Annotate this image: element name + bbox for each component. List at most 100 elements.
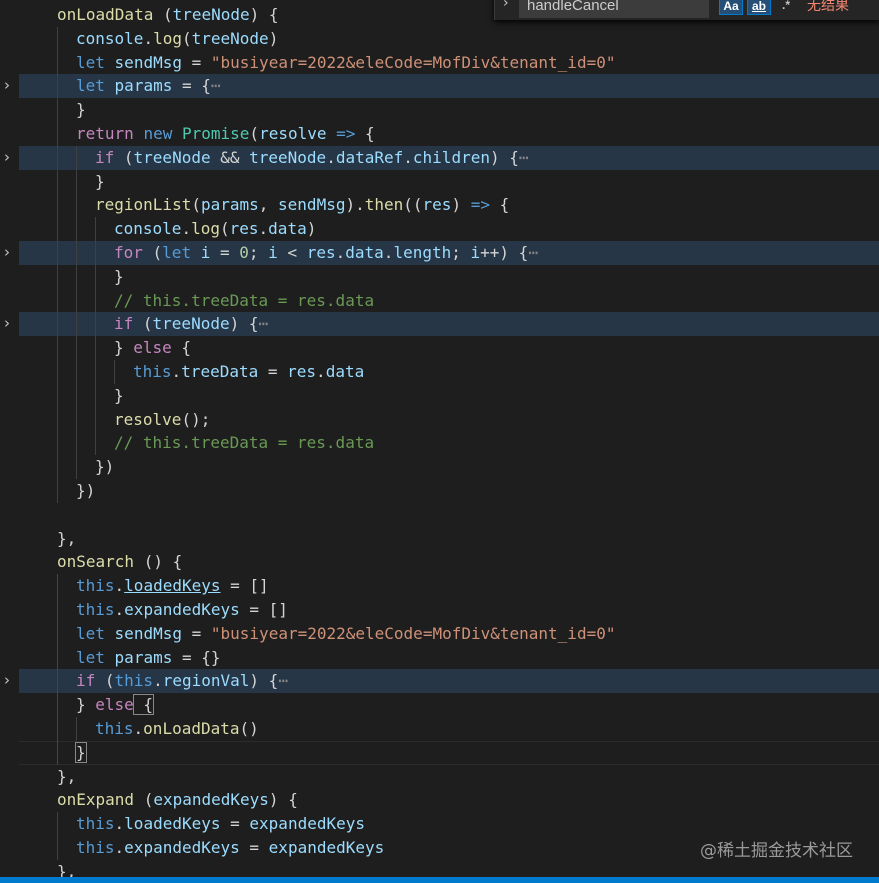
- code-line[interactable]: let sendMsg = "busiyear=2022&eleCode=Mof…: [0, 621, 879, 646]
- indent-guide: [57, 336, 58, 360]
- indent-guide: [57, 383, 58, 408]
- code-line[interactable]: [0, 503, 879, 527]
- toggle-replace-chevron-icon[interactable]: ›: [503, 0, 509, 11]
- code-line[interactable]: let sendMsg = "busiyear=2022&eleCode=Mof…: [0, 50, 879, 75]
- fold-chevron-right-icon[interactable]: ›: [0, 241, 14, 265]
- code-text: },: [57, 765, 76, 789]
- code-text: onSearch () {: [57, 550, 182, 574]
- code-text: }: [76, 98, 86, 122]
- match-whole-word-toggle[interactable]: ab: [747, 0, 771, 15]
- match-case-toggle[interactable]: Aa: [719, 0, 743, 15]
- indent-guide: [57, 98, 58, 122]
- code-line[interactable]: regionList(params, sendMsg).then((res) =…: [0, 193, 879, 218]
- fold-chevron-right-icon[interactable]: ›: [0, 312, 14, 336]
- code-line[interactable]: // this.treeData = res.data: [0, 431, 879, 456]
- code-token: ): [451, 195, 471, 215]
- code-token: expandedKeys: [268, 838, 385, 857]
- find-result-count: 无结果: [807, 0, 849, 14]
- code-token: treeNode: [133, 147, 211, 167]
- fold-ellipsis[interactable]: ⋯: [278, 671, 288, 690]
- code-token: {: [355, 124, 375, 143]
- code-line[interactable]: this.loadedKeys = expandedKeys: [0, 812, 879, 836]
- code-token: then: [364, 195, 404, 215]
- code-token: data: [325, 362, 365, 381]
- code-line[interactable]: › for (let i = 0; i < res.data.length; i+…: [0, 241, 879, 265]
- code-line[interactable]: › if (treeNode && treeNode.dataRef.childr…: [0, 145, 879, 170]
- code-token: if: [76, 671, 96, 691]
- code-token: let: [76, 76, 105, 96]
- code-line[interactable]: › let params = {⋯: [0, 74, 879, 99]
- code-text: }: [114, 265, 124, 289]
- code-line[interactable]: }: [0, 740, 879, 765]
- code-token: .: [143, 28, 154, 48]
- code-token: .: [114, 576, 125, 596]
- fold-ellipsis[interactable]: ⋯: [259, 314, 269, 333]
- code-line[interactable]: // this.treeData = res.data: [0, 288, 879, 313]
- indent-guide: [76, 169, 77, 194]
- code-line[interactable]: this.expandedKeys = []: [0, 598, 879, 622]
- code-token: let: [162, 243, 192, 262]
- fold-chevron-right-icon[interactable]: ›: [0, 74, 14, 98]
- code-text: }: [75, 741, 87, 765]
- code-line[interactable]: },: [0, 527, 879, 551]
- find-input[interactable]: handleCancel: [519, 0, 709, 18]
- code-line[interactable]: }): [0, 479, 879, 503]
- code-token: // this.treeData = res.data: [114, 433, 375, 453]
- code-line[interactable]: }: [0, 169, 879, 194]
- code-text: // this.treeData = res.data: [114, 431, 374, 455]
- fold-ellipsis[interactable]: ⋯: [528, 243, 538, 262]
- code-token: resolve: [259, 124, 327, 143]
- code-line[interactable]: this.onLoadData(): [0, 717, 879, 741]
- code-line[interactable]: this.treeData = res.data: [0, 360, 879, 384]
- indent-guide: [76, 288, 77, 313]
- code-text: let params = {⋯: [76, 74, 221, 98]
- code-token: else: [133, 338, 172, 358]
- indent-guide: [76, 193, 77, 218]
- fold-ellipsis[interactable]: ⋯: [519, 148, 529, 167]
- code-token: log: [153, 28, 182, 48]
- code-token: params: [114, 76, 173, 96]
- fold-chevron-right-icon[interactable]: ›: [0, 669, 14, 693]
- code-line[interactable]: › if (treeNode) {⋯: [0, 312, 879, 337]
- indent-guide: [95, 360, 96, 384]
- code-text: let params = {}: [76, 646, 221, 670]
- code-line[interactable]: }: [0, 264, 879, 289]
- fold-ellipsis[interactable]: ⋯: [211, 76, 221, 95]
- code-line[interactable]: console.log(treeNode): [0, 26, 879, 51]
- code-line[interactable]: }: [0, 383, 879, 408]
- code-editor[interactable]: onLoadData (treeNode) {console.log(treeN…: [0, 0, 879, 877]
- code-token: else: [95, 695, 134, 715]
- code-text: if (treeNode) {⋯: [114, 312, 268, 336]
- indent-guide: [57, 812, 58, 836]
- code-token: onLoadData: [143, 719, 240, 738]
- regex-toggle[interactable]: .*: [775, 0, 797, 15]
- watermark: @稀土掘金技术社区: [700, 841, 853, 861]
- indent-guide: [114, 360, 115, 384]
- code-line[interactable]: },: [0, 860, 879, 877]
- code-token: let: [76, 623, 105, 643]
- code-token: new: [143, 124, 173, 143]
- code-line[interactable]: this.loadedKeys = []: [0, 574, 879, 598]
- fold-chevron-right-icon[interactable]: ›: [0, 146, 14, 170]
- code-line[interactable]: resolve();: [0, 407, 879, 432]
- code-token: {: [489, 195, 510, 215]
- code-line[interactable]: }): [0, 455, 879, 479]
- code-line[interactable]: } else {: [0, 693, 879, 717]
- code-line[interactable]: },: [0, 765, 879, 789]
- code-line[interactable]: › if (this.regionVal) {⋯: [0, 669, 879, 694]
- code-line[interactable]: return new Promise(resolve => {: [0, 122, 879, 146]
- code-token: params: [114, 647, 173, 667]
- code-line[interactable]: }: [0, 98, 879, 122]
- code-line[interactable]: onSearch () {: [0, 550, 879, 574]
- code-line[interactable]: let params = {}: [0, 645, 879, 670]
- code-line[interactable]: console.log(res.data): [0, 217, 879, 241]
- code-line[interactable]: onExpand (expandedKeys) {: [0, 788, 879, 812]
- indent-guide: [57, 241, 58, 265]
- indent-guide: [57, 740, 58, 765]
- status-bar[interactable]: [0, 877, 879, 883]
- code-line[interactable]: } else {: [0, 336, 879, 360]
- indent-guide: [57, 836, 58, 860]
- code-token: .: [335, 243, 346, 262]
- indent-guide: [57, 50, 58, 75]
